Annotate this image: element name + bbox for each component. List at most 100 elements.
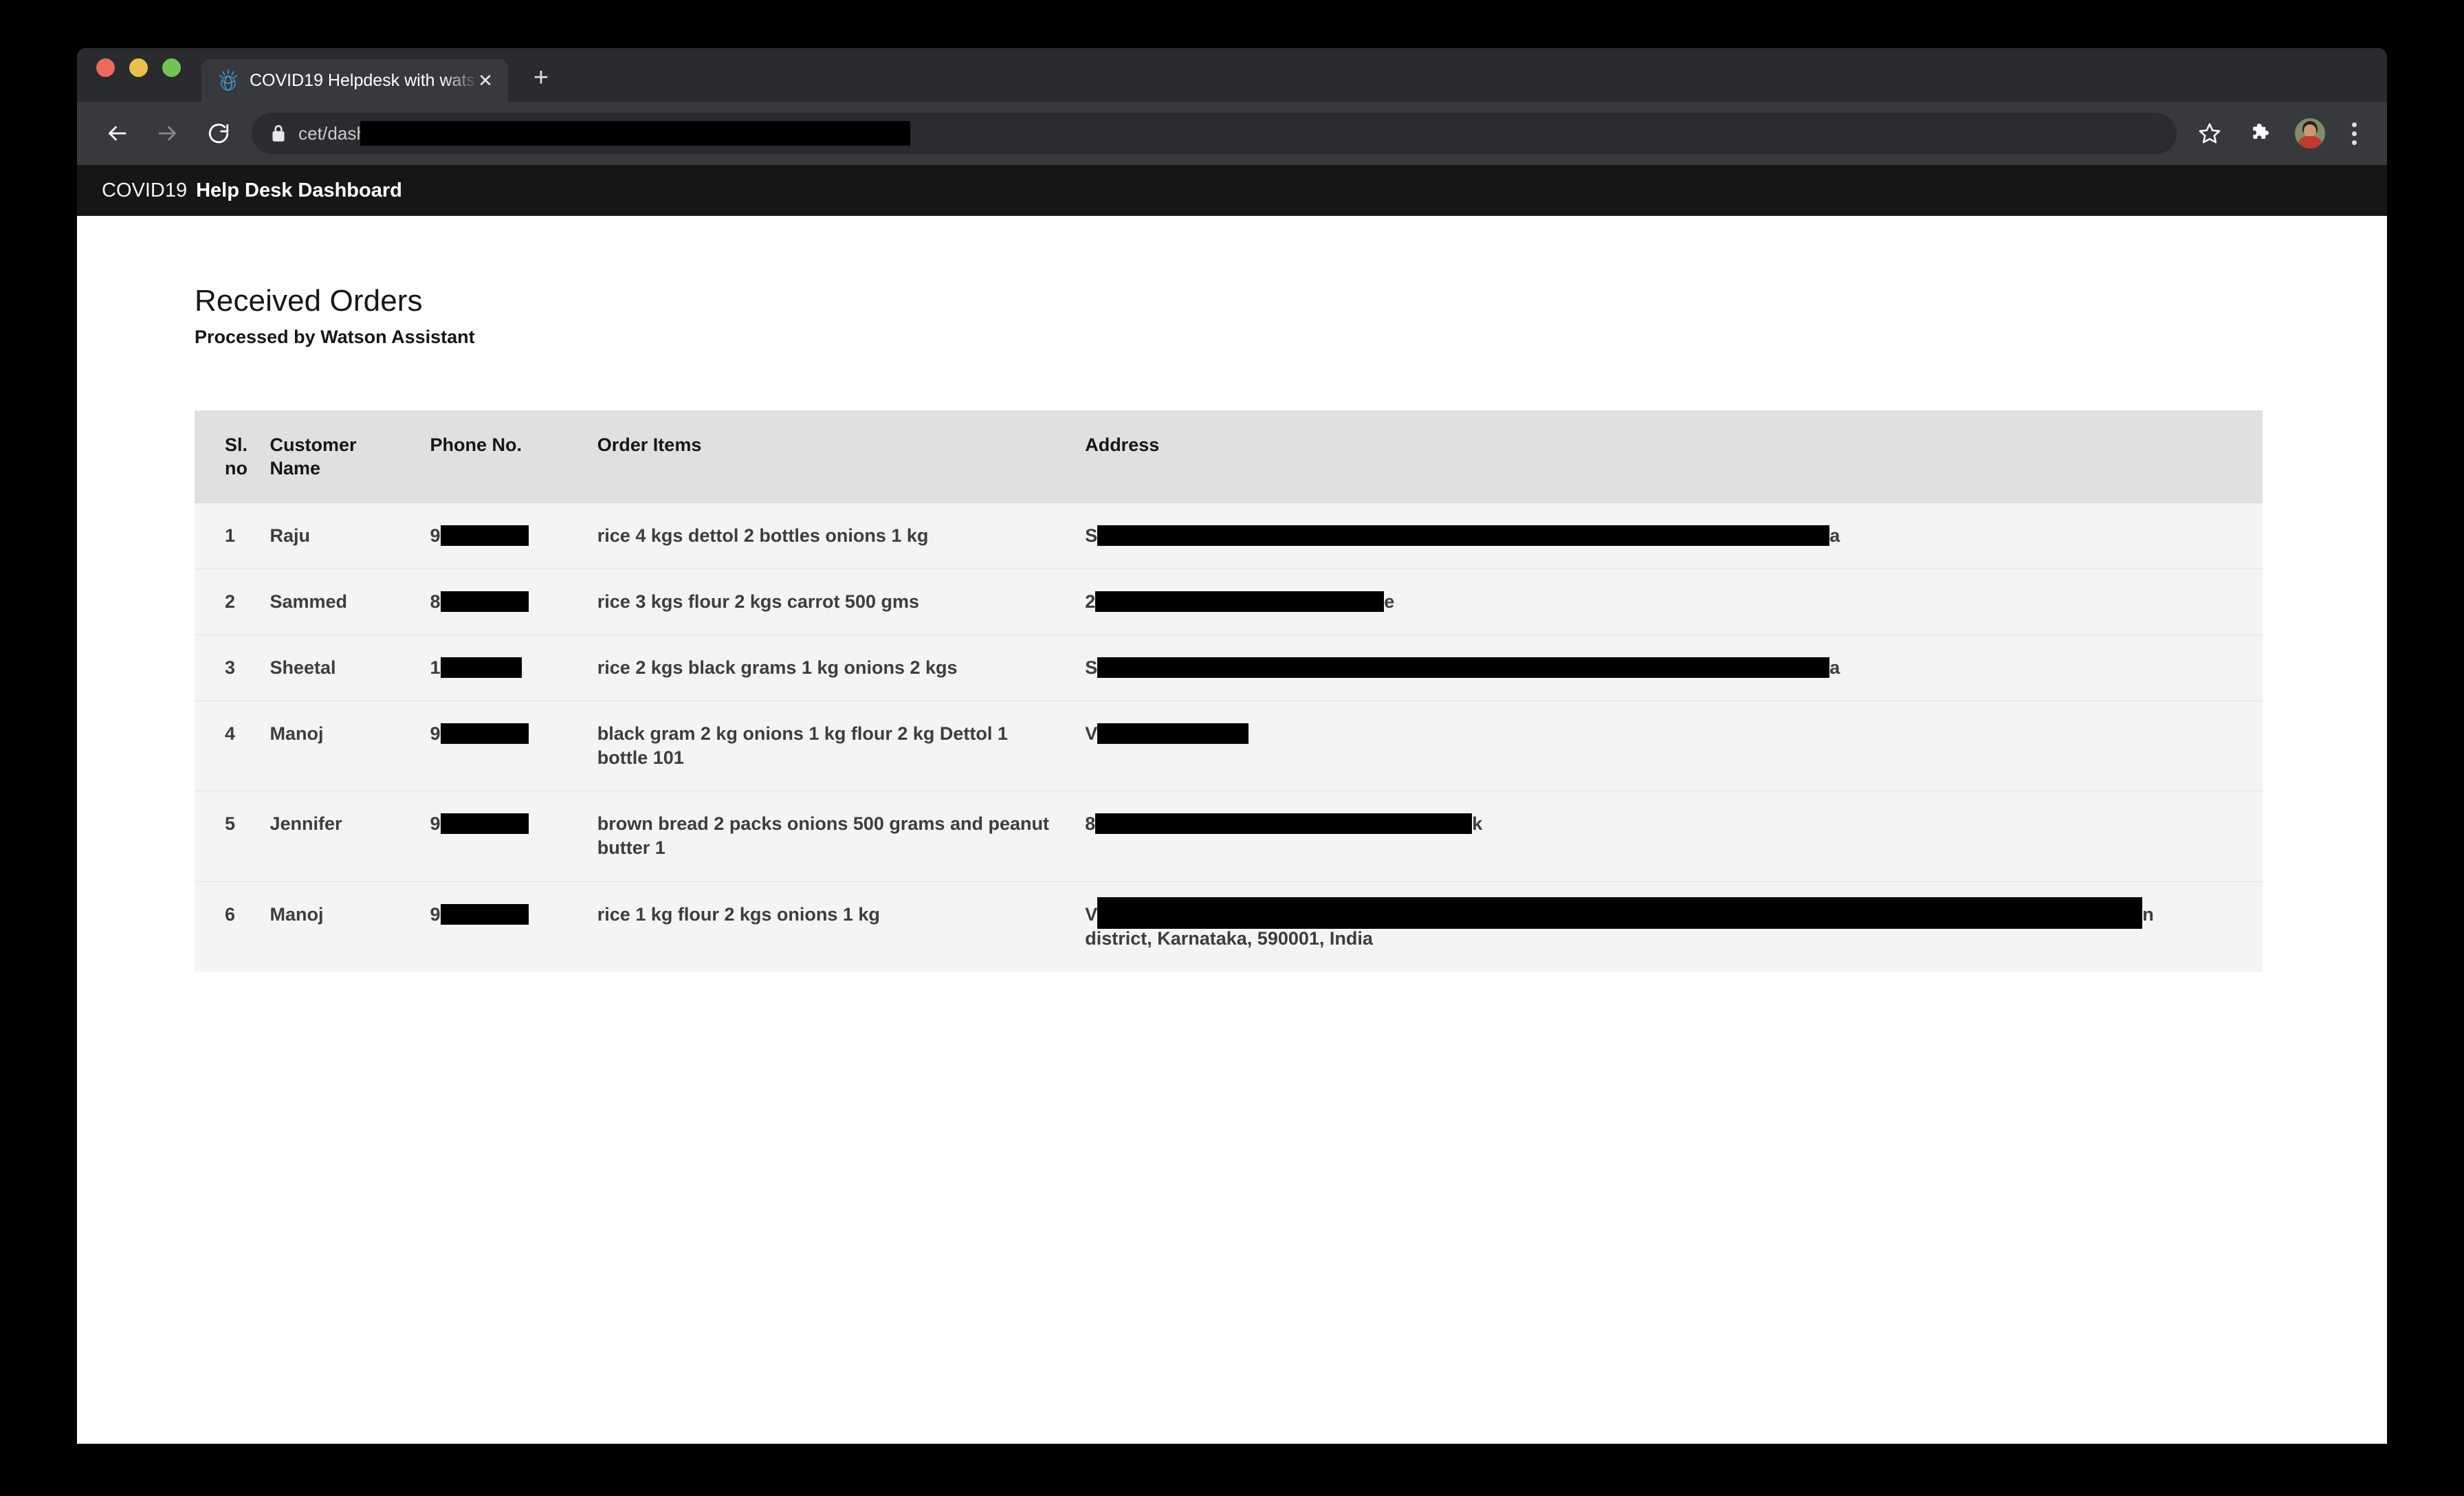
cell-address: Sa xyxy=(1085,503,2263,569)
address-line: 8k xyxy=(1085,812,2263,836)
phone-redaction-bar xyxy=(440,903,529,925)
cell-sl-no: 5 xyxy=(195,791,270,882)
minimize-window-button[interactable] xyxy=(129,58,148,77)
phone-redaction-bar xyxy=(440,723,529,745)
address-line: Vn xyxy=(1085,903,2263,927)
app-header: COVID19 Help Desk Dashboard xyxy=(77,165,2387,216)
cell-customer-name: Sheetal xyxy=(270,635,430,701)
cell-order-items: brown bread 2 packs onions 500 grams and… xyxy=(597,791,1086,882)
column-header-phone-no: Phone No. xyxy=(430,410,597,503)
cell-customer-name: Raju xyxy=(270,503,430,569)
back-arrow-icon[interactable] xyxy=(98,114,136,153)
cell-customer-name: Manoj xyxy=(270,701,430,791)
column-header-sl-no: Sl. no xyxy=(195,410,270,503)
phone-prefix: 1 xyxy=(430,657,441,679)
column-header-customer-name-line2: Name xyxy=(270,458,320,479)
table-row: 3 Sheetal 1 rice 2 kgs black grams 1 kg oni… xyxy=(195,635,2263,701)
address-prefix: V xyxy=(1085,903,1098,925)
close-tab-button[interactable]: ✕ xyxy=(474,69,497,92)
cell-phone-no: 9 xyxy=(430,881,597,971)
received-orders-table: Sl. no Customer Name Phone No. Order Ite… xyxy=(195,410,2263,971)
lock-icon xyxy=(272,125,285,142)
table-row: 1 Raju 9 rice 4 kgs dettol 2 bottles onions… xyxy=(195,503,2263,569)
app-title: Help Desk Dashboard xyxy=(196,179,402,201)
table-row: 4 Manoj 9 black gram 2 kg onions 1 kg flour… xyxy=(195,701,2263,791)
cell-customer-name: Manoj xyxy=(270,881,430,971)
column-header-address: Address xyxy=(1085,410,2263,503)
cell-sl-no: 2 xyxy=(195,568,270,635)
window-controls xyxy=(96,48,181,102)
phone-prefix: 9 xyxy=(430,903,441,925)
phone-prefix: 9 xyxy=(430,813,441,835)
cell-address: V xyxy=(1085,701,2263,791)
page-viewport: COVID19 Help Desk Dashboard Received Ord… xyxy=(77,165,2387,1444)
maximize-window-button[interactable] xyxy=(162,58,181,77)
three-dot-menu-icon[interactable] xyxy=(2340,116,2368,151)
address-redaction-bar xyxy=(1097,525,1830,546)
browser-tab[interactable]: COVID19 Helpdesk with watson ✕ xyxy=(201,59,508,102)
address-line: V xyxy=(1085,722,2263,746)
address-line: 2e xyxy=(1085,590,2263,614)
address-prefix: 2 xyxy=(1085,591,1096,612)
cell-order-items: rice 1 kg flour 2 kgs onions 1 kg xyxy=(597,881,1086,971)
column-header-customer-name-line1: Customer xyxy=(270,434,357,455)
cell-address: Vn district, Karnataka, 590001, India xyxy=(1085,881,2263,971)
new-tab-button[interactable]: + xyxy=(526,63,556,94)
cell-sl-no: 1 xyxy=(195,503,270,569)
cell-customer-name: Jennifer xyxy=(270,791,430,882)
table-row: 2 Sammed 8 rice 3 kgs flour 2 kgs carrot 50… xyxy=(195,568,2263,635)
cell-sl-no: 6 xyxy=(195,881,270,971)
cell-sl-no: 4 xyxy=(195,701,270,791)
address-suffix: a xyxy=(1829,657,1840,679)
address-prefix: S xyxy=(1085,657,1098,679)
address-redaction-bar xyxy=(1097,723,1249,745)
address-redaction-bar xyxy=(1095,591,1385,612)
phone-prefix: 8 xyxy=(430,591,441,612)
address-suffix: a xyxy=(1829,525,1840,546)
address-line: Sa xyxy=(1085,524,2263,548)
table-row: 6 Manoj 9 rice 1 kg flour 2 kgs onions 1 kg… xyxy=(195,881,2263,971)
forward-arrow-icon xyxy=(148,114,187,153)
watson-orb-icon xyxy=(219,69,238,91)
reload-icon[interactable] xyxy=(199,114,238,153)
cell-order-items: rice 4 kgs dettol 2 bottles onions 1 kg xyxy=(597,503,1086,569)
address-prefix: S xyxy=(1085,525,1098,546)
phone-prefix: 9 xyxy=(430,723,441,745)
address-bar[interactable]: cet/dashboard xyxy=(252,113,2177,154)
table-row: 5 Jennifer 9 brown bread 2 packs onions 500… xyxy=(195,791,2263,882)
cell-customer-name: Sammed xyxy=(270,568,430,635)
cell-address: 2e xyxy=(1085,568,2263,635)
close-window-button[interactable] xyxy=(96,58,115,77)
phone-redaction-bar xyxy=(440,813,529,835)
cell-order-items: black gram 2 kg onions 1 kg flour 2 kg D… xyxy=(597,701,1086,791)
url-prefix: c xyxy=(298,123,308,144)
phone-redaction-bar xyxy=(440,657,522,679)
address-redaction-bar xyxy=(1097,657,1830,679)
puzzle-piece-icon[interactable] xyxy=(2244,116,2278,151)
phone-redaction-bar xyxy=(440,525,529,546)
avatar[interactable] xyxy=(2295,118,2325,148)
address-prefix: V xyxy=(1085,723,1098,745)
tab-title: COVID19 Helpdesk with watson xyxy=(250,72,474,89)
column-header-sl-no-line1: Sl. xyxy=(225,434,248,455)
avatar-body xyxy=(2298,136,2322,148)
column-header-order-items: Order Items xyxy=(597,410,1086,503)
cell-phone-no: 8 xyxy=(430,568,597,635)
address-redaction-bar xyxy=(1095,813,1473,835)
table-header: Sl. no Customer Name Phone No. Order Ite… xyxy=(195,410,2263,503)
phone-prefix: 9 xyxy=(430,525,441,546)
browser-toolbar: cet/dashboard xyxy=(77,102,2387,165)
cell-phone-no: 1 xyxy=(430,635,597,701)
main-content: Received Orders Processed by Watson Assi… xyxy=(77,216,2387,1444)
cell-order-items: rice 3 kgs flour 2 kgs carrot 500 gms xyxy=(597,568,1086,635)
column-header-sl-no-line2: no xyxy=(225,458,248,479)
page-subtitle: Processed by Watson Assistant xyxy=(195,327,475,348)
address-suffix: n xyxy=(2142,903,2154,925)
cell-phone-no: 9 xyxy=(430,791,597,882)
table-body: 1 Raju 9 rice 4 kgs dettol 2 bottles onions… xyxy=(195,503,2263,971)
cell-order-items: rice 2 kgs black grams 1 kg onions 2 kgs xyxy=(597,635,1086,701)
browser-window: COVID19 Helpdesk with watson ✕ + c COVID… xyxy=(77,48,2387,1444)
column-header-customer-name: Customer Name xyxy=(270,410,430,503)
star-icon[interactable] xyxy=(2190,114,2229,153)
cell-phone-no: 9 xyxy=(430,701,597,791)
